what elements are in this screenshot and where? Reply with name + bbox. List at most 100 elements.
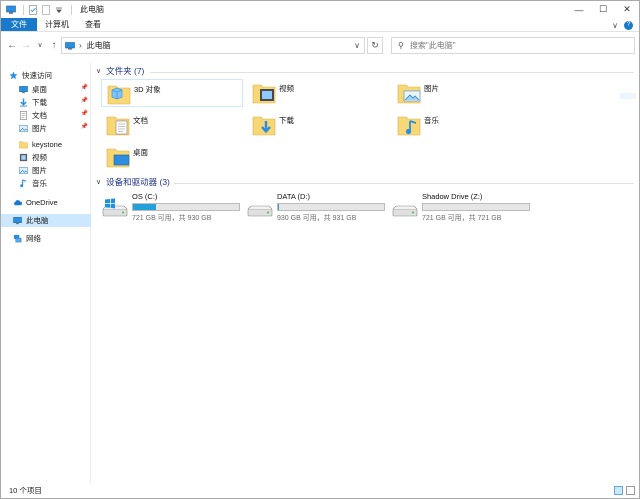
folder-label: 图片	[424, 84, 439, 93]
this-pc-icon	[65, 41, 75, 49]
folder-tile-pictures[interactable]: 图片	[392, 79, 534, 107]
windows-drive-icon	[102, 198, 128, 217]
documents-folder-icon	[106, 116, 130, 136]
drive-usage-text: 721 GB 可用，共 930 GB	[132, 215, 212, 222]
music-icon	[20, 179, 27, 188]
folder-tile-3d-objects[interactable]: 3D 对象	[101, 79, 243, 107]
window-title: 此电脑	[80, 5, 104, 14]
sidebar-item-pictures[interactable]: 图片 📌	[19, 122, 91, 135]
up-button[interactable]: ↑	[48, 38, 60, 52]
navigation-pane: 快速访问 桌面 📌 下载 📌 文档 📌 图片 📌 keystone 视频 图片 …	[1, 63, 91, 483]
address-dropdown-button[interactable]: ∨	[354, 41, 360, 50]
drive-usage-text: 721 GB 可用，共 721 GB	[422, 215, 502, 222]
tab-view[interactable]: 查看	[77, 18, 109, 31]
network-icon	[13, 234, 22, 243]
sidebar-item-quick-access[interactable]: 快速访问	[9, 69, 91, 82]
pin-icon[interactable]: 📌	[81, 97, 88, 104]
this-pc-icon	[13, 217, 22, 225]
pictures-folder-icon	[397, 84, 421, 104]
breadcrumb-separator[interactable]: ›	[79, 41, 82, 50]
drive-usage-bar	[422, 203, 530, 211]
drive-usage-fill	[133, 204, 157, 210]
address-bar[interactable]: › 此电脑 ∨	[61, 37, 365, 54]
scroll-hint	[620, 93, 636, 99]
sidebar-item-this-pc[interactable]: 此电脑	[1, 214, 91, 227]
customize-toolbar-icon[interactable]	[54, 5, 64, 15]
minimize-button[interactable]: —	[567, 1, 591, 18]
sidebar-item-network[interactable]: 网络	[13, 232, 91, 245]
drive-icon	[247, 205, 273, 217]
videos-folder-icon	[252, 84, 276, 104]
back-button[interactable]: ←	[6, 38, 18, 52]
status-bar: 10 个项目	[1, 483, 639, 498]
properties-icon[interactable]	[28, 4, 38, 15]
pin-icon[interactable]: 📌	[81, 84, 88, 91]
new-folder-icon[interactable]	[41, 4, 51, 15]
folder-tile-documents[interactable]: 文档	[101, 111, 243, 139]
sidebar-item-onedrive[interactable]: OneDrive	[13, 196, 91, 209]
drives-group-header[interactable]: ∨ 设备和驱动器 (3)	[96, 176, 170, 188]
drive-name: OS (C:)	[132, 192, 158, 201]
folder-label: 音乐	[424, 116, 439, 125]
sidebar-item-music[interactable]: 音乐	[19, 177, 91, 190]
tab-file[interactable]: 文件	[1, 18, 37, 31]
sidebar-item-desktop[interactable]: 桌面 📌	[19, 83, 91, 96]
videos-icon	[19, 153, 28, 162]
tab-computer[interactable]: 计算机	[37, 18, 77, 31]
drive-usage-bar	[277, 203, 385, 211]
ribbon-tabs: 文件 计算机 查看 ∨ ?	[1, 18, 639, 32]
collapse-chevron-icon[interactable]: ∨	[96, 178, 101, 186]
collapse-chevron-icon[interactable]: ∨	[96, 67, 101, 75]
folder-tile-downloads[interactable]: 下载	[247, 111, 389, 139]
large-icons-view-icon[interactable]	[626, 486, 635, 495]
drive-usage-bar	[132, 203, 240, 211]
drive-tile-data-d[interactable]: DATA (D:) 930 GB 可用，共 931 GB	[247, 192, 387, 226]
this-pc-icon	[6, 5, 16, 14]
forward-button[interactable]: →	[20, 38, 32, 52]
search-placeholder: 搜索"此电脑"	[409, 41, 456, 50]
title-bar: 此电脑 — ☐ ✕	[1, 1, 639, 18]
cloud-icon	[14, 200, 22, 206]
drive-tile-os-c[interactable]: OS (C:) 721 GB 可用，共 930 GB	[102, 192, 242, 226]
search-input[interactable]: ⚲ 搜索"此电脑"	[391, 37, 635, 54]
folder-tile-desktop[interactable]: 桌面	[101, 143, 243, 171]
star-icon	[9, 71, 18, 80]
address-row: ← → ∨ ↑ › 此电脑 ∨ ↻ ⚲ 搜索"此电脑"	[1, 34, 639, 56]
folder-label: 视频	[279, 84, 294, 93]
pin-icon[interactable]: 📌	[81, 110, 88, 117]
help-icon[interactable]: ?	[624, 20, 633, 30]
ribbon-controls: ∨ ?	[612, 18, 633, 32]
pin-icon[interactable]: 📌	[81, 123, 88, 130]
maximize-button[interactable]: ☐	[591, 1, 615, 18]
sidebar-item-pictures-2[interactable]: 图片	[19, 164, 91, 177]
file-explorer-window: 此电脑 — ☐ ✕ 文件 计算机 查看 ∨ ? ← → ∨ ↑ › 此电脑 ∨ …	[0, 0, 640, 499]
sidebar-item-documents[interactable]: 文档 📌	[19, 109, 91, 122]
folder-tile-music[interactable]: 音乐	[392, 111, 534, 139]
refresh-button[interactable]: ↻	[367, 37, 383, 54]
search-icon: ⚲	[398, 41, 404, 50]
sidebar-item-videos[interactable]: 视频	[19, 151, 91, 164]
recent-locations-button[interactable]: ∨	[34, 38, 46, 52]
folders-group-header[interactable]: ∨ 文件夹 (7)	[96, 65, 144, 77]
drive-name: DATA (D:)	[277, 192, 311, 201]
drive-icon	[392, 205, 418, 217]
3d-objects-folder-icon	[107, 85, 131, 105]
folder-tile-videos[interactable]: 视频	[247, 79, 389, 107]
folder-label: 下载	[279, 116, 294, 125]
content-area: ∨ 文件夹 (7) 3D 对象 视频 图片 文档 下载 音乐 桌面 ∨ 设备和驱…	[92, 63, 639, 483]
pictures-icon	[19, 167, 28, 174]
pictures-icon	[19, 125, 28, 132]
drive-tile-shadow-z[interactable]: Shadow Drive (Z:) 721 GB 可用，共 721 GB	[392, 192, 532, 226]
view-switcher	[614, 486, 635, 495]
desktop-icon	[19, 86, 28, 94]
desktop-folder-icon	[106, 148, 130, 168]
drive-name: Shadow Drive (Z:)	[422, 192, 483, 201]
details-view-icon[interactable]	[614, 486, 623, 495]
breadcrumb[interactable]: 此电脑	[87, 40, 111, 51]
close-button[interactable]: ✕	[615, 1, 639, 18]
sidebar-item-keystone[interactable]: keystone	[19, 138, 91, 151]
folder-label: 桌面	[133, 148, 148, 157]
sidebar-item-downloads[interactable]: 下载 📌	[19, 96, 91, 109]
quick-access-toolbar	[1, 1, 76, 18]
chevron-down-icon[interactable]: ∨	[612, 21, 618, 30]
